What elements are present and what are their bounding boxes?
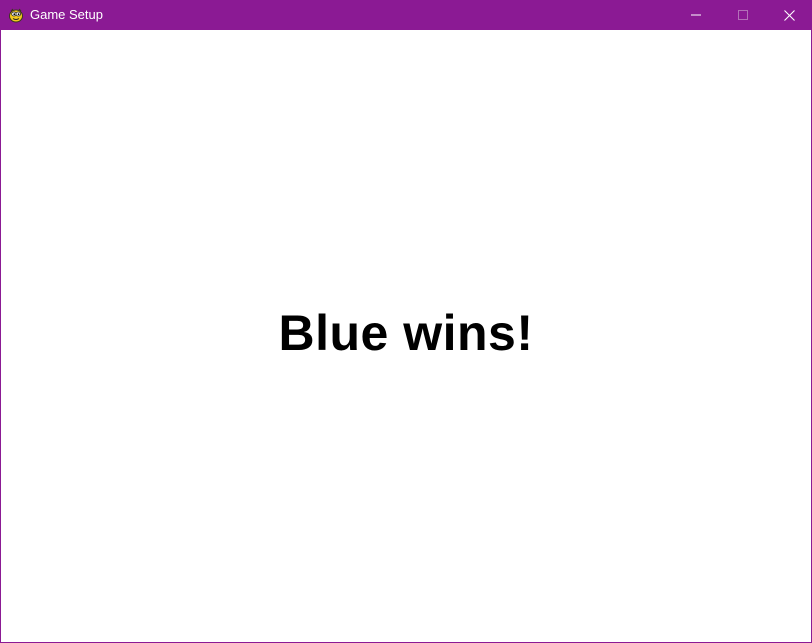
pygame-snake-icon xyxy=(8,7,24,23)
window-title: Game Setup xyxy=(30,7,103,22)
result-message: Blue wins! xyxy=(278,305,534,361)
maximize-icon xyxy=(737,10,748,20)
close-icon xyxy=(784,9,795,21)
minimize-button[interactable] xyxy=(672,0,719,30)
game-window: Game Setup Blue wins! xyxy=(0,0,812,643)
minimize-icon xyxy=(690,10,701,20)
game-canvas[interactable]: Blue wins! xyxy=(1,30,811,642)
title-bar[interactable]: Game Setup xyxy=(1,0,811,30)
window-controls xyxy=(672,0,811,30)
close-button[interactable] xyxy=(766,0,811,30)
maximize-button xyxy=(719,0,766,30)
